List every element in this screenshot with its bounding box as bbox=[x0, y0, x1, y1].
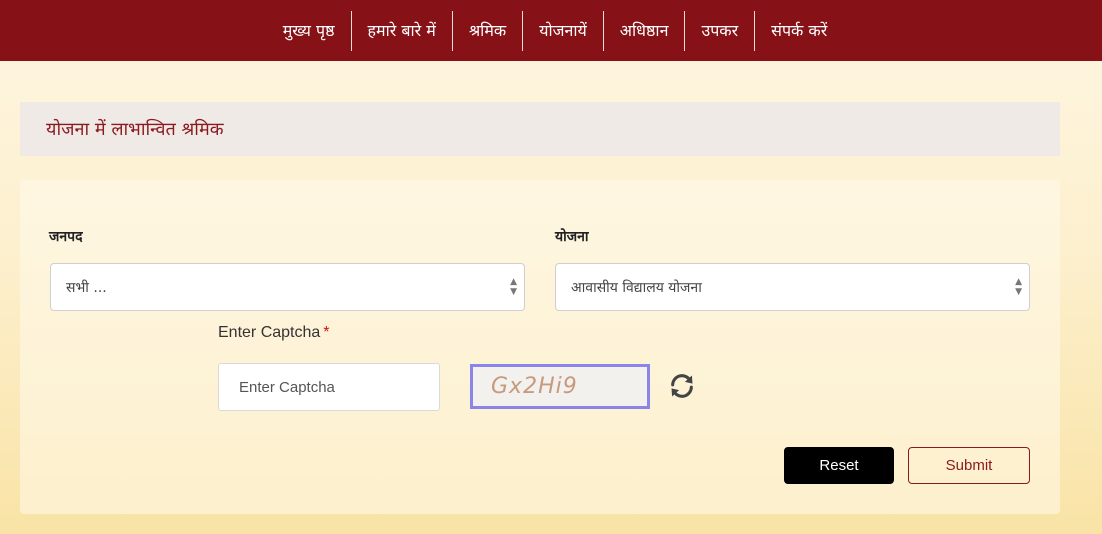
district-select[interactable]: सभी ... ▲ ▼ bbox=[50, 263, 525, 311]
nav-item-home[interactable]: मुख्य पृष्ठ bbox=[267, 10, 352, 51]
captcha-image: Gx2Hi9 bbox=[470, 364, 650, 409]
chevron-updown-icon: ▲ ▼ bbox=[510, 277, 517, 297]
nav-item-schemes[interactable]: योजनायें bbox=[523, 10, 604, 51]
nav-item-cess[interactable]: उपकर bbox=[685, 10, 756, 51]
captcha-input[interactable] bbox=[218, 363, 440, 411]
district-label: जनपद bbox=[49, 228, 83, 244]
reset-button[interactable]: Reset bbox=[784, 447, 894, 484]
scheme-label: योजना bbox=[555, 228, 589, 244]
refresh-icon[interactable] bbox=[668, 372, 696, 400]
chevron-updown-icon: ▲ ▼ bbox=[1015, 277, 1022, 297]
nav-item-workers[interactable]: श्रमिक bbox=[453, 10, 524, 51]
scheme-selected-value: आवासीय विद्यालय योजना bbox=[571, 279, 702, 296]
scheme-select[interactable]: आवासीय विद्यालय योजना ▲ ▼ bbox=[555, 263, 1030, 311]
nav-item-establishments[interactable]: अधिष्ठान bbox=[604, 10, 686, 51]
required-marker: * bbox=[323, 324, 330, 341]
nav-item-about[interactable]: हमारे बारे में bbox=[352, 10, 453, 51]
page-title-bar: योजना में लाभान्वित श्रमिक bbox=[20, 102, 1060, 156]
captcha-image-text: Gx2Hi9 bbox=[491, 374, 578, 399]
main-navbar: मुख्य पृष्ठ हमारे बारे में श्रमिक योजनाय… bbox=[0, 0, 1102, 61]
district-selected-value: सभी ... bbox=[66, 279, 107, 296]
form-card bbox=[20, 180, 1060, 514]
captcha-label-text: Enter Captcha bbox=[218, 324, 321, 341]
captcha-label: Enter Captcha * bbox=[218, 324, 330, 342]
nav-item-contact[interactable]: संपर्क करें bbox=[755, 11, 843, 51]
submit-button[interactable]: Submit bbox=[908, 447, 1030, 484]
page-title: योजना में लाभान्वित श्रमिक bbox=[46, 119, 224, 140]
